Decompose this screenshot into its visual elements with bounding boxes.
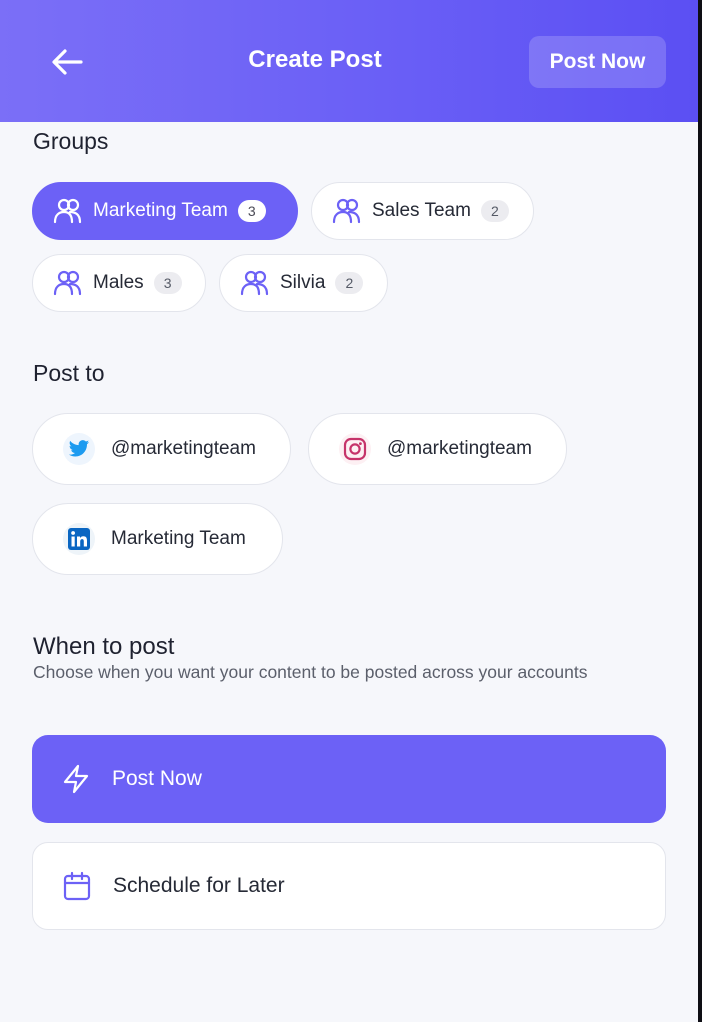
group-chip-marketing-team[interactable]: Marketing Team 3 (32, 182, 298, 240)
account-chip-instagram[interactable]: @marketingteam (308, 413, 567, 485)
option-label: Post Now (112, 767, 202, 790)
account-label: @marketingteam (387, 438, 532, 459)
group-chip-silvia[interactable]: Silvia 2 (219, 254, 388, 312)
option-label: Schedule for Later (113, 874, 285, 897)
users-icon (332, 198, 361, 224)
users-icon (53, 198, 82, 224)
post-to-heading: Post to (33, 360, 105, 386)
lightning-icon (63, 764, 89, 794)
group-chip-label: Sales Team (372, 200, 471, 221)
account-chip-twitter[interactable]: @marketingteam (32, 413, 291, 485)
when-to-post-heading: When to post (33, 633, 175, 660)
instagram-icon (339, 433, 371, 465)
schedule-later-option[interactable]: Schedule for Later (32, 842, 666, 930)
app-header: Create Post Post Now (0, 0, 698, 122)
when-to-post-subtitle: Choose when you want your content to be … (33, 662, 588, 682)
users-icon (53, 270, 82, 296)
group-chip-sales-team[interactable]: Sales Team 2 (311, 182, 534, 240)
group-chip-label: Silvia (280, 272, 326, 293)
group-chip-label: Marketing Team (93, 200, 228, 221)
group-count-badge: 3 (237, 200, 266, 222)
window-edge (698, 0, 702, 1022)
group-count-badge: 3 (153, 272, 182, 294)
group-chip-label: Males (93, 272, 144, 293)
group-chip-males[interactable]: Males 3 (32, 254, 206, 312)
group-count-badge: 2 (335, 272, 364, 294)
linkedin-icon (63, 523, 95, 555)
account-chip-linkedin[interactable]: Marketing Team (32, 503, 283, 575)
account-label: Marketing Team (111, 528, 246, 549)
post-now-option[interactable]: Post Now (32, 735, 666, 823)
group-count-badge: 2 (480, 200, 509, 222)
twitter-icon (63, 433, 95, 465)
post-now-header-button[interactable]: Post Now (529, 36, 666, 88)
calendar-icon (63, 871, 91, 901)
groups-heading: Groups (33, 128, 109, 154)
account-label: @marketingteam (111, 438, 256, 459)
users-icon (240, 270, 269, 296)
